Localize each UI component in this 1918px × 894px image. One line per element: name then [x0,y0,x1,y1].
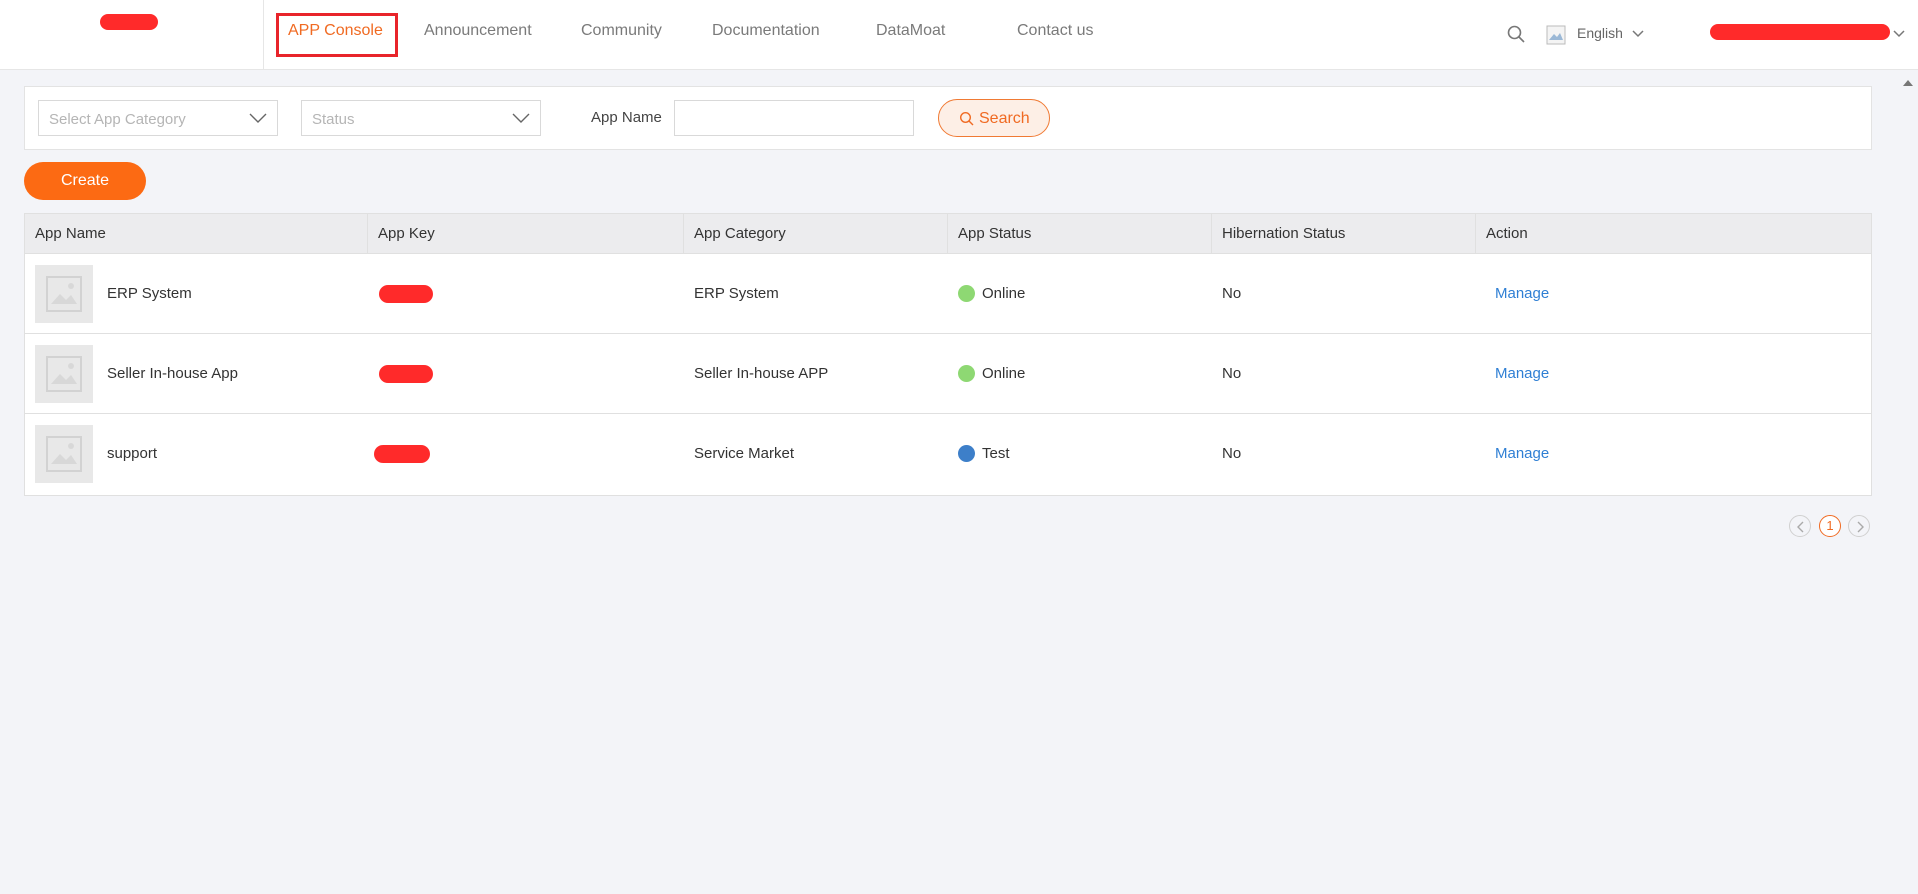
chevron-down-icon [512,113,530,123]
user-menu-chevron-icon[interactable] [1893,29,1905,39]
image-placeholder-icon [46,276,82,312]
column-header-app-status: App Status [948,214,1212,254]
hibernation-status-cell: No [1222,285,1242,302]
filter-bar: Select App Category Status App Name Sear… [24,86,1872,150]
nav-documentation[interactable]: Documentation [712,22,820,40]
nav-announcement[interactable]: Announcement [424,22,532,40]
status-text: Online [982,285,1026,302]
chevron-down-icon[interactable] [1632,29,1644,39]
nav-app-console[interactable]: APP Console [288,22,383,40]
search-icon [959,111,974,126]
header-divider [263,0,264,70]
top-navigation-bar: APP Console Announcement Community Docum… [0,0,1918,70]
manage-link[interactable]: Manage [1495,414,1549,494]
status-online-dot [958,365,975,382]
app-thumbnail [35,345,93,403]
app-category-placeholder: Select App Category [49,111,186,128]
create-button[interactable]: Create [24,162,146,200]
app-key-redacted [379,365,433,383]
app-name-cell: Seller In-house App [107,365,238,382]
hibernation-status-cell: No [1222,445,1242,462]
app-thumbnail [35,265,93,323]
app-name-label: App Name [591,109,662,126]
column-header-app-category: App Category [684,214,948,254]
hibernation-status-cell: No [1222,365,1242,382]
app-name-cell: ERP System [107,285,192,302]
status-select[interactable]: Status [301,100,541,136]
nav-community[interactable]: Community [581,22,662,40]
table-header: App Name App Key App Category App Status… [25,214,1871,254]
chevron-down-icon [249,113,267,123]
language-selector[interactable]: English [1577,25,1623,41]
app-category-select[interactable]: Select App Category [38,100,278,136]
status-test-dot [958,445,975,462]
table-row: ERP System ERP System Online No Manage [25,254,1871,334]
search-icon[interactable] [1506,24,1526,44]
app-category-cell: Seller In-house APP [694,365,829,382]
chevron-left-icon [1797,521,1804,533]
column-header-action: Action [1486,225,1528,242]
nav-contact-us[interactable]: Contact us [1017,22,1093,40]
app-name-input[interactable] [674,100,914,136]
table-row: support Service Market Test No Manage [25,414,1871,494]
app-key-redacted [379,285,433,303]
app-category-cell: Service Market [694,445,795,462]
pagination-prev-button[interactable] [1789,515,1811,537]
vertical-scrollbar[interactable] [1896,70,1918,894]
search-button-label: Search [979,110,1030,127]
manage-link[interactable]: Manage [1495,334,1549,414]
chevron-right-icon [1857,521,1864,533]
column-header-app-key: App Key [368,214,684,254]
pagination-page-1[interactable]: 1 [1819,515,1841,537]
app-key-redacted [374,445,430,463]
pagination-next-button[interactable] [1848,515,1870,537]
logo-redacted[interactable] [100,14,158,30]
status-placeholder: Status [312,111,355,128]
search-button[interactable]: Search [938,99,1050,137]
status-text: Test [982,445,1010,462]
column-header-app-name: App Name [25,214,368,254]
app-category-cell: ERP System [694,285,779,302]
column-header-hibernation-status: Hibernation Status [1212,214,1476,254]
app-thumbnail [35,425,93,483]
nav-datamoat[interactable]: DataMoat [876,22,945,40]
apps-table: App Name App Key App Category App Status… [24,213,1872,496]
app-status-cell: Online [958,334,1158,414]
manage-link[interactable]: Manage [1495,254,1549,334]
globe-icon [1546,25,1566,45]
status-text: Online [982,365,1026,382]
app-status-cell: Online [958,254,1158,334]
app-name-cell: support [107,445,158,462]
user-account-redacted[interactable] [1710,24,1890,40]
image-placeholder-icon [46,356,82,392]
status-online-dot [958,285,975,302]
scroll-up-arrow-icon[interactable] [1903,80,1913,86]
image-placeholder-icon [46,436,82,472]
app-status-cell: Test [958,414,1158,494]
table-row: Seller In-house App Seller In-house APP … [25,334,1871,414]
